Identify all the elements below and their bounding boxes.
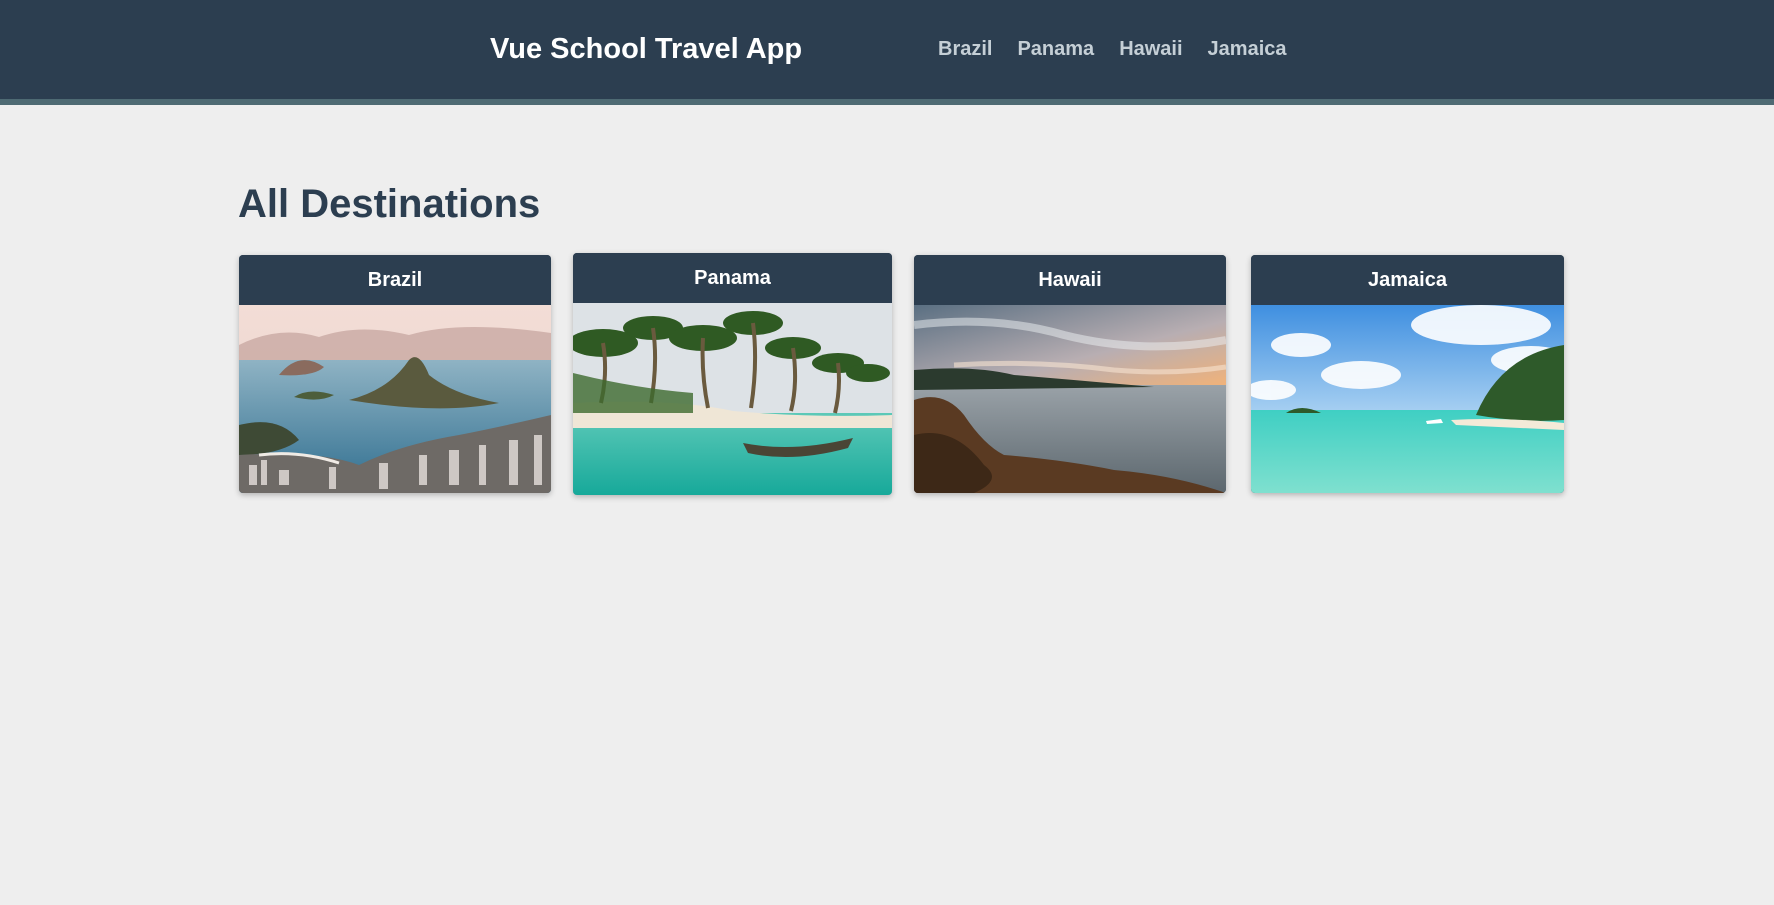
destination-image-panama [573,303,892,495]
destination-card-jamaica[interactable]: Jamaica [1251,255,1564,493]
nav-link-panama[interactable]: Panama [1017,38,1094,61]
page-title: All Destinations [238,182,541,226]
app-brand-title[interactable]: Vue School Travel App [490,33,802,66]
nav-link-brazil[interactable]: Brazil [938,38,992,61]
destination-card-panama[interactable]: Panama [573,253,892,495]
destination-image-brazil [239,305,551,493]
nav-link-hawaii[interactable]: Hawaii [1119,38,1182,61]
destination-card-title: Brazil [239,255,551,305]
destination-card-title: Jamaica [1251,255,1564,305]
top-navbar: Vue School Travel App Brazil Panama Hawa… [0,0,1774,105]
destination-card-title: Hawaii [914,255,1226,305]
destination-card-title: Panama [573,253,892,303]
destination-image-hawaii [914,305,1226,493]
destination-image-jamaica [1251,305,1564,493]
nav-link-jamaica[interactable]: Jamaica [1208,38,1287,61]
destination-card-hawaii[interactable]: Hawaii [914,255,1226,493]
destination-card-brazil[interactable]: Brazil [239,255,551,493]
main-nav: Brazil Panama Hawaii Jamaica [938,38,1312,61]
